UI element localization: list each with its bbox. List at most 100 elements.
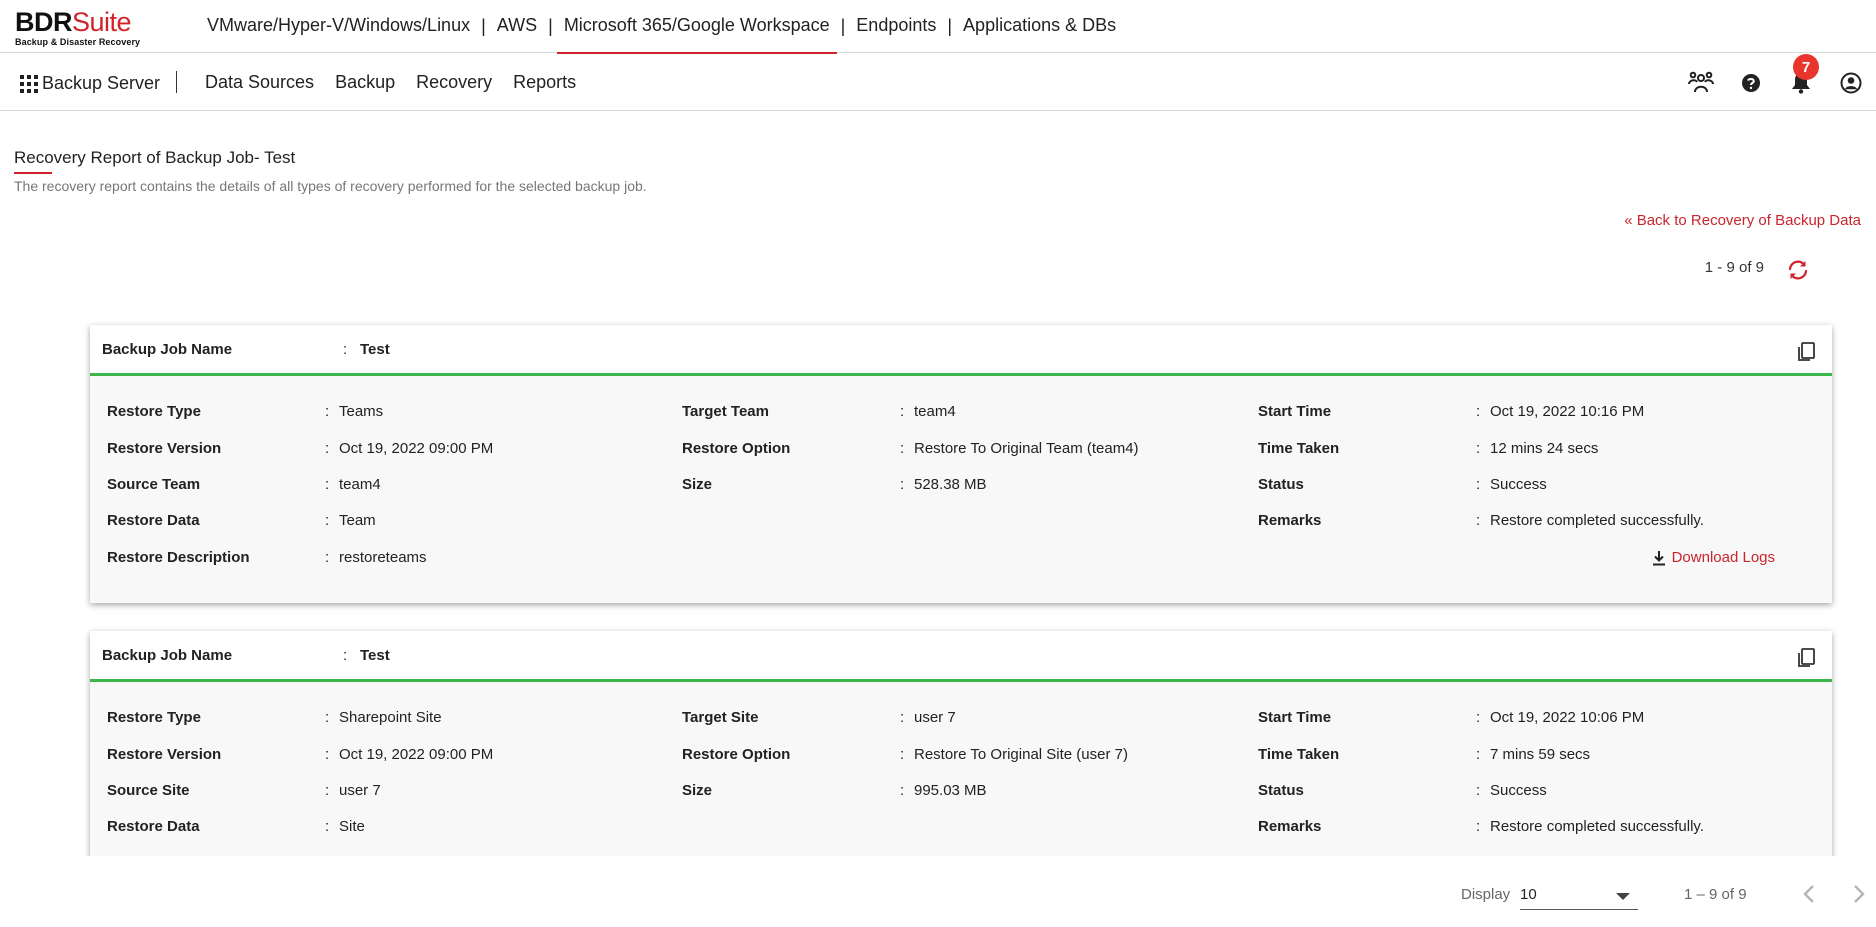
field-colon: : [325,403,330,420]
backup-job-name-value: Test [360,647,390,664]
field-colon: : [900,476,905,493]
field-colon: : [325,512,330,529]
field-label: Restore Type [107,403,201,420]
field-colon: : [325,709,330,726]
copy-report-icon[interactable] [1796,340,1818,362]
bdrsuite-logo[interactable]: BDRSuite Backup & Disaster Recovery [15,8,140,47]
field-colon: : [1476,476,1481,493]
account-button[interactable] [1826,54,1876,111]
field-label: Remarks [1258,818,1322,835]
top-pagination-range: 1 - 9 of 9 [1704,259,1764,276]
backup-server-menu[interactable]: Backup Server [20,73,160,94]
help-icon [1742,73,1760,92]
account-icon [1840,72,1862,93]
notification-badge: 7 [1793,54,1819,80]
page-description: The recovery report contains the details… [14,178,647,194]
field-value: Restore completed successfully. [1490,512,1704,529]
help-button[interactable] [1726,54,1776,111]
field-colon: : [1476,782,1481,799]
backup-job-name-label: Backup Job Name [102,341,233,358]
field-label: Restore Option [682,746,791,763]
field-value: Success [1490,782,1547,799]
field-label: Target Site [682,709,759,726]
field-label: Restore Description [107,855,250,856]
download-logs-link[interactable]: Download Logs [1652,855,1775,856]
nav-link-data-sources[interactable]: Data Sources [205,72,314,93]
download-icon [1652,856,1666,857]
field-value: testsharepointsite [339,855,457,856]
field-value: user 7 [914,709,956,726]
field-colon: : [1476,818,1481,835]
field-value: Oct 19, 2022 10:16 PM [1490,403,1645,420]
product-tab-separator: | [840,16,846,36]
product-tab-separator: | [481,16,486,36]
backup-server-label: Backup Server [42,73,161,93]
field-value: Oct 19, 2022 10:06 PM [1490,709,1645,726]
page-size-value: 10 [1520,886,1537,903]
footer-range: 1 – 9 of 9 [1684,886,1747,903]
copy-report-icon[interactable] [1796,646,1818,668]
refresh-icon[interactable] [1786,258,1810,282]
nav-divider [176,71,177,93]
field-colon: : [900,440,905,457]
field-label: Restore Type [107,709,201,726]
field-label: Restore Version [107,440,222,457]
field-label: Restore Description [107,549,250,566]
field-value: Team [339,512,376,529]
field-label: Restore Version [107,746,222,763]
footer-pagination: Display 10 1 – 9 of 9 [0,870,1876,920]
nav-link-backup[interactable]: Backup [335,72,395,93]
field-value: user 7 [339,782,381,799]
field-value: Teams [339,403,384,420]
field-colon: : [1476,709,1481,726]
page-size-select[interactable]: 10 [1520,880,1638,910]
field-colon: : [900,709,905,726]
nav-link-recovery[interactable]: Recovery [416,72,492,93]
header-icons: 7 [1676,54,1876,111]
product-navbar: BDRSuite Backup & Disaster Recovery VMwa… [0,0,1876,54]
field-value: team4 [339,476,381,493]
field-value: team4 [914,403,956,420]
download-icon [1652,550,1665,565]
recovery-card: Backup Job Name: Test Restore Type: Sharepo… [90,631,1832,856]
field-colon: : [900,782,905,799]
download-logs-label: Download Logs [1672,855,1775,856]
field-colon: : [343,647,348,664]
field-colon: : [1476,746,1481,763]
product-tab-aws[interactable]: AWS [490,0,544,53]
field-label: Status [1258,782,1304,799]
users-icon [1688,71,1714,92]
field-value: 528.38 MB [914,476,987,493]
back-to-recovery-link[interactable]: « Back to Recovery of Backup Data [1624,212,1861,229]
product-tab-applications-dbs[interactable]: Applications & DBs [956,0,1123,53]
main-navbar: Backup Server Data Sources Backup Recovery… [0,54,1876,111]
chevron-right-icon[interactable] [1846,882,1870,906]
field-label: Time Taken [1258,440,1340,457]
field-value: Oct 19, 2022 09:00 PM [339,440,494,457]
field-value: restoreteams [339,549,427,566]
field-label: Remarks [1258,512,1322,529]
product-tab-vmware-hyper-v-windows-linux[interactable]: VMware/Hyper-V/Windows/Linux [200,0,477,53]
field-label: Start Time [1258,709,1332,726]
field-label: Time Taken [1258,746,1340,763]
field-colon: : [325,476,330,493]
notifications-button[interactable]: 7 [1776,54,1826,111]
field-value: Restore To Original Site (user 7) [914,746,1128,763]
recovery-report-list[interactable]: Backup Job Name: Test Restore Type: Teams Re… [0,300,1876,856]
product-tab-endpoints[interactable]: Endpoints [849,0,943,53]
download-logs-link[interactable]: Download Logs [1652,549,1775,566]
nav-link-reports[interactable]: Reports [513,72,576,93]
chevron-left-icon[interactable] [1798,882,1822,906]
field-value: Restore completed successfully. [1490,818,1704,835]
field-colon: : [325,782,330,799]
field-label: Size [682,476,713,493]
field-label: Source Site [107,782,190,799]
product-tab-microsoft-365-google-workspace[interactable]: Microsoft 365/Google Workspace [556,0,837,54]
field-value: Sharepoint Site [339,709,442,726]
field-value: Oct 19, 2022 09:00 PM [339,746,494,763]
title-underline [14,172,52,174]
field-colon: : [1476,403,1481,420]
field-label: Source Team [107,476,201,493]
users-button[interactable] [1676,54,1726,111]
field-colon: : [1476,440,1481,457]
